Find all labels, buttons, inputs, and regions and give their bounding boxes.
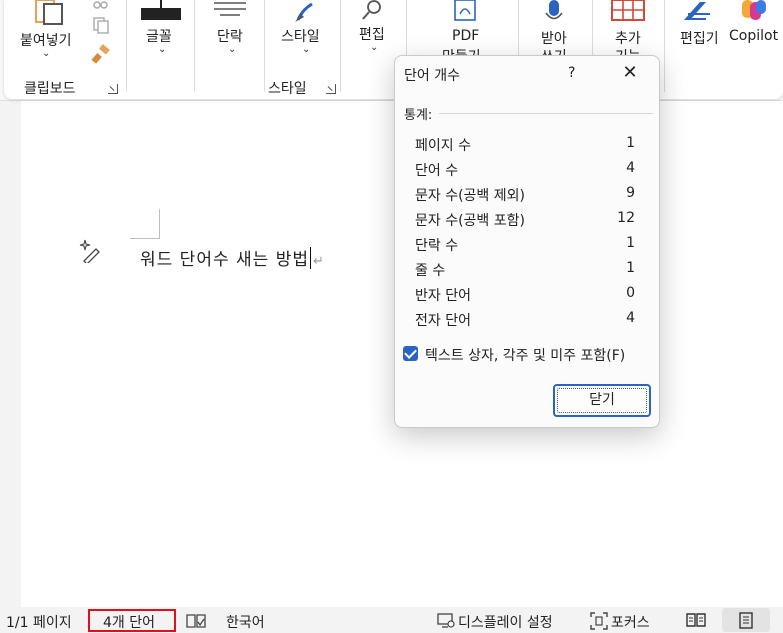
pdf-icon bbox=[454, 0, 476, 21]
font-icon-stem bbox=[160, 0, 162, 8]
text-caret bbox=[309, 247, 311, 269]
copy-icon[interactable] bbox=[92, 0, 110, 12]
stat-label: 페이지 수 bbox=[415, 138, 471, 154]
editor-pen-icon bbox=[684, 2, 710, 20]
paragraph-chevron-down-icon: ⌄ bbox=[228, 44, 237, 55]
stat-label: 줄 수 bbox=[415, 263, 446, 279]
format-painter-icon[interactable] bbox=[90, 44, 112, 66]
print-layout-button[interactable] bbox=[722, 608, 770, 632]
paragraph-mark-icon: ↵ bbox=[312, 254, 325, 269]
font-color-icon bbox=[141, 8, 181, 20]
help-icon[interactable]: ? bbox=[568, 65, 575, 81]
page-indicator[interactable]: 1/1 페이지 bbox=[6, 612, 72, 632]
stat-row-chars-with-spaces: 문자 수(공백 포함) 12 bbox=[415, 210, 635, 232]
font-label: 글꼴 bbox=[146, 29, 172, 45]
styles-brush-icon bbox=[295, 2, 313, 22]
copy-format-icon[interactable] bbox=[92, 16, 110, 34]
dialog-title: 단어 개수 bbox=[404, 68, 460, 84]
stat-value: 0 bbox=[626, 285, 635, 301]
display-settings-label[interactable]: 디스플레이 설정 bbox=[458, 612, 553, 632]
font-chevron-down-icon: ⌄ bbox=[158, 44, 167, 55]
styles-chevron-down-icon: ⌄ bbox=[302, 44, 311, 55]
clipboard-group: 붙여넣기 ⌄ 클립보드 bbox=[4, 0, 124, 99]
word-count-dialog: 단어 개수 ? ✕ 통계: 페이지 수 1 단어 수 4 문자 수(공백 제외)… bbox=[394, 55, 660, 428]
statistics-label: 통계: bbox=[404, 108, 433, 123]
focus-icon[interactable] bbox=[590, 612, 608, 630]
ribbon: 붙여넣기 ⌄ 클립보드 글꼴 ⌄ 단락 ⌄ 스타일 ⌄ 스타일 편집 ⌄ PDF… bbox=[0, 0, 783, 101]
stat-label: 단락 수 bbox=[415, 238, 459, 254]
styles-label: 스타일 bbox=[281, 29, 320, 45]
styles-group-label: 스타일 bbox=[268, 81, 307, 97]
stat-row-chars-no-spaces: 문자 수(공백 제외) 9 bbox=[415, 185, 635, 207]
paste-button[interactable]: 붙여넣기 ⌄ bbox=[16, 0, 82, 59]
read-mode-icon[interactable] bbox=[686, 612, 706, 628]
styles-launcher-icon[interactable] bbox=[326, 84, 336, 94]
paste-chevron-down-icon: ⌄ bbox=[42, 48, 51, 59]
paragraph-button[interactable]: 단락 ⌄ bbox=[200, 0, 262, 99]
word-count-highlight-box bbox=[88, 609, 176, 632]
editing-label: 편집 bbox=[359, 27, 385, 43]
close-button[interactable]: 닫기 bbox=[553, 384, 651, 417]
print-layout-icon bbox=[739, 612, 753, 629]
pdf-label-line1: PDF bbox=[452, 28, 480, 44]
close-icon[interactable]: ✕ bbox=[618, 62, 642, 84]
stat-label: 전자 단어 bbox=[415, 313, 471, 329]
ribbon-separator bbox=[126, 0, 127, 92]
stat-value: 1 bbox=[626, 135, 635, 151]
ribbon-separator bbox=[194, 0, 195, 92]
font-button[interactable]: 글꼴 ⌄ bbox=[132, 0, 190, 99]
include-textboxes-checkbox[interactable] bbox=[403, 346, 418, 361]
addins-label-line1: 추가 bbox=[615, 31, 641, 47]
stat-value: 1 bbox=[626, 260, 635, 276]
styles-group: 스타일 ⌄ 스타일 bbox=[266, 0, 342, 99]
ribbon-separator bbox=[340, 0, 341, 92]
margin-corner-mark bbox=[130, 209, 160, 239]
editing-chevron-down-icon: ⌄ bbox=[370, 42, 379, 53]
language-indicator[interactable]: 한국어 bbox=[226, 612, 265, 632]
clipboard-group-label: 클립보드 bbox=[24, 81, 76, 97]
microphone-icon bbox=[545, 0, 563, 20]
stat-row-pages: 페이지 수 1 bbox=[415, 135, 635, 157]
stat-label: 문자 수(공백 포함) bbox=[415, 213, 525, 229]
paragraph-icon bbox=[214, 2, 246, 16]
stat-value: 1 bbox=[626, 235, 635, 251]
stat-value: 12 bbox=[617, 210, 635, 226]
ribbon-separator bbox=[264, 0, 265, 92]
paragraph-label: 단락 bbox=[217, 29, 243, 45]
dictate-label-line1: 받아 bbox=[541, 31, 567, 47]
display-settings-icon[interactable] bbox=[437, 613, 455, 629]
stat-row-paragraphs: 단락 수 1 bbox=[415, 235, 635, 257]
search-icon bbox=[362, 0, 381, 20]
paste-label: 붙여넣기 bbox=[20, 33, 72, 49]
copilot-icon bbox=[742, 0, 766, 20]
statistics-divider bbox=[439, 113, 653, 114]
copilot-label: Copilot bbox=[729, 28, 779, 44]
paste-icon bbox=[35, 0, 63, 25]
styles-button[interactable]: 스타일 ⌄ bbox=[274, 0, 336, 62]
proofing-book-icon[interactable] bbox=[186, 613, 206, 629]
stat-value: 9 bbox=[626, 185, 635, 201]
editor-button[interactable]: 편집기 bbox=[670, 0, 726, 99]
stat-row-fullwidth-words: 전자 단어 4 bbox=[415, 310, 635, 332]
rewrite-sparkle-icon[interactable] bbox=[78, 239, 100, 263]
stat-row-lines: 줄 수 1 bbox=[415, 260, 635, 282]
stat-value: 4 bbox=[626, 160, 635, 176]
copilot-button[interactable]: Copilot bbox=[726, 0, 783, 99]
stat-value: 4 bbox=[626, 310, 635, 326]
editor-label: 편집기 bbox=[680, 31, 719, 47]
stat-label: 반자 단어 bbox=[415, 288, 471, 304]
document-text[interactable]: 워드 단어수 새는 방법 ↵ bbox=[140, 245, 325, 270]
ribbon-separator bbox=[664, 0, 665, 92]
clipboard-launcher-icon[interactable] bbox=[108, 84, 118, 94]
focus-label[interactable]: 포커스 bbox=[611, 612, 650, 632]
addins-grid-icon bbox=[611, 0, 645, 21]
document-text-content: 워드 단어수 새는 방법 bbox=[140, 250, 309, 270]
stat-label: 문자 수(공백 제외) bbox=[415, 188, 525, 204]
include-textboxes-label[interactable]: 텍스트 상자, 각주 및 미주 포함(F) bbox=[425, 345, 625, 365]
stat-row-halfwidth-words: 반자 단어 0 bbox=[415, 285, 635, 307]
stat-row-words: 단어 수 4 bbox=[415, 160, 635, 182]
stat-label: 단어 수 bbox=[415, 163, 459, 179]
